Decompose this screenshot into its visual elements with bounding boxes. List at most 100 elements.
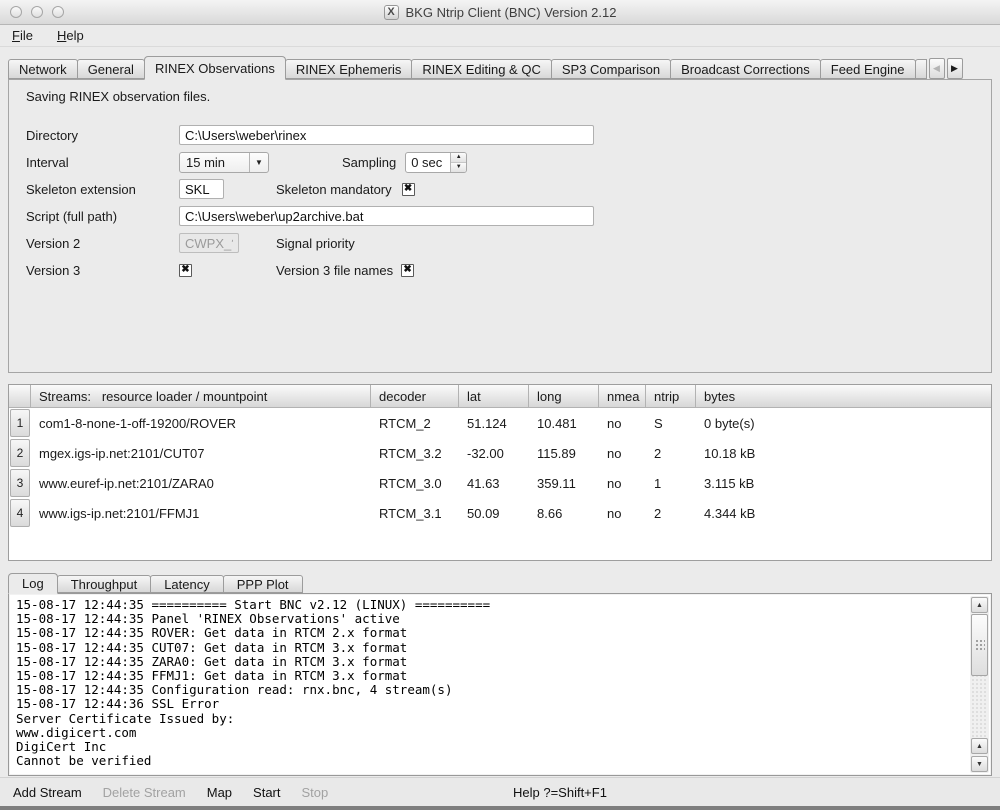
cell-bytes: 4.344 kB [696, 506, 991, 521]
log-line: 15-08-17 12:44:35 ========== Start BNC v… [16, 598, 965, 612]
header-decoder[interactable]: decoder [371, 385, 459, 407]
checkbox-checked-icon: ✖ [404, 184, 412, 194]
sampling-label: Sampling [342, 155, 396, 170]
tab-rinex-observations[interactable]: RINEX Observations [144, 56, 286, 80]
cell-lat: 51.124 [459, 416, 529, 431]
window-controls [10, 6, 64, 18]
menu-file[interactable]: File [12, 28, 33, 43]
cell-nmea: no [599, 416, 646, 431]
cell-long: 115.89 [529, 446, 599, 461]
version3-checkbox[interactable]: ✖ [179, 264, 192, 277]
directory-label: Directory [26, 128, 179, 143]
log-tab-bar: Log Throughput Latency PPP Plot [8, 572, 992, 593]
skeleton-mandatory-checkbox[interactable]: ✖ [402, 183, 415, 196]
maximize-window-button[interactable] [52, 6, 64, 18]
cell-nmea: no [599, 506, 646, 521]
header-lat[interactable]: lat [459, 385, 529, 407]
log-line: 15-08-17 12:44:35 Panel 'RINEX Observati… [16, 612, 965, 626]
tab-sp3-comparison[interactable]: SP3 Comparison [551, 59, 671, 79]
scrollbar-track[interactable] [971, 614, 988, 737]
sampling-spinner[interactable]: 0 sec ▲ ▼ [405, 152, 467, 173]
cell-bytes: 0 byte(s) [696, 416, 991, 431]
cell-mountpoint: www.euref-ip.net:2101/ZARA0 [31, 476, 371, 491]
scroll-down-button[interactable]: ▼ [971, 756, 988, 772]
version3-filenames-checkbox[interactable]: ✖ [401, 264, 414, 277]
cell-ntrip: 2 [646, 446, 696, 461]
minimize-window-button[interactable] [31, 6, 43, 18]
cell-mountpoint: mgex.igs-ip.net:2101/CUT07 [31, 446, 371, 461]
tab-scroll-left-button[interactable]: ◀ [929, 58, 945, 79]
log-line: 15-08-17 12:44:35 ZARA0: Get data in RTC… [16, 655, 965, 669]
panel-description: Saving RINEX observation files. [26, 89, 991, 104]
header-ntrip[interactable]: ntrip [646, 385, 696, 407]
cell-ntrip: 2 [646, 506, 696, 521]
tab-clipped[interactable] [915, 59, 927, 79]
cell-bytes: 10.18 kB [696, 446, 991, 461]
table-row[interactable]: 3 www.euref-ip.net:2101/ZARA0 RTCM_3.0 4… [9, 468, 991, 498]
streams-table-header: Streams: resource loader / mountpoint de… [9, 385, 991, 408]
header-long[interactable]: long [529, 385, 599, 407]
spin-up-icon[interactable]: ▲ [451, 153, 466, 163]
tab-feed-engine[interactable]: Feed Engine [820, 59, 916, 79]
log-line: 15-08-17 12:44:35 ROVER: Get data in RTC… [16, 626, 965, 640]
tab-network[interactable]: Network [8, 59, 78, 79]
table-row[interactable]: 2 mgex.igs-ip.net:2101/CUT07 RTCM_3.2 -3… [9, 438, 991, 468]
start-button[interactable]: Start [253, 785, 280, 800]
log-line: DigiCert Inc [16, 740, 965, 754]
table-row[interactable]: 4 www.igs-ip.net:2101/FFMJ1 RTCM_3.1 50.… [9, 498, 991, 528]
tab-scroll-right-button[interactable]: ▶ [947, 58, 963, 79]
checkbox-checked-icon: ✖ [403, 265, 411, 275]
tab-log[interactable]: Log [8, 573, 58, 594]
interval-dropdown[interactable]: 15 min ▼ [179, 152, 269, 173]
help-shortcut-label[interactable]: Help ?=Shift+F1 [513, 785, 607, 800]
menu-bar: File Help [0, 25, 1000, 47]
header-corner-cell [9, 385, 31, 407]
skeleton-extension-input[interactable] [179, 179, 224, 199]
log-line: 15-08-17 12:44:35 CUT07: Get data in RTC… [16, 641, 965, 655]
scroll-up-button-bottom[interactable]: ▲ [971, 738, 988, 754]
tab-throughput[interactable]: Throughput [57, 575, 152, 593]
tab-rinex-ephemeris[interactable]: RINEX Ephemeris [285, 59, 412, 79]
script-input[interactable] [179, 206, 594, 226]
cell-decoder: RTCM_2 [371, 416, 459, 431]
row-number[interactable]: 2 [10, 439, 30, 467]
log-output[interactable]: 15-08-17 12:44:35 ========== Start BNC v… [8, 593, 992, 776]
map-button[interactable]: Map [207, 785, 232, 800]
tab-general[interactable]: General [77, 59, 145, 79]
chevron-down-icon: ▼ [249, 153, 268, 172]
close-window-button[interactable] [10, 6, 22, 18]
cell-decoder: RTCM_3.1 [371, 506, 459, 521]
tab-broadcast-corrections[interactable]: Broadcast Corrections [670, 59, 821, 79]
header-bytes[interactable]: bytes [696, 385, 991, 407]
directory-input[interactable] [179, 125, 594, 145]
log-line: 15-08-17 12:44:35 Configuration read: rn… [16, 683, 965, 697]
row-number[interactable]: 4 [10, 499, 30, 527]
app-icon: X [384, 5, 399, 20]
tab-ppp-plot[interactable]: PPP Plot [223, 575, 303, 593]
header-nmea[interactable]: nmea [599, 385, 646, 407]
signal-priority-label: Signal priority [276, 236, 355, 251]
chevron-left-icon: ◀ [933, 63, 940, 74]
add-stream-button[interactable]: Add Stream [13, 785, 82, 800]
cell-decoder: RTCM_3.0 [371, 476, 459, 491]
tab-latency[interactable]: Latency [150, 575, 224, 593]
row-number[interactable]: 3 [10, 469, 30, 497]
version2-label: Version 2 [26, 236, 179, 251]
tab-rinex-editing-qc[interactable]: RINEX Editing & QC [411, 59, 552, 79]
grip-icon [975, 639, 985, 651]
log-scrollbar[interactable]: ▲ ▲ ▼ [970, 596, 989, 773]
window-title: BKG Ntrip Client (BNC) Version 2.12 [406, 5, 617, 20]
cell-lat: -32.00 [459, 446, 529, 461]
chevron-right-icon: ▶ [951, 63, 958, 74]
menu-help[interactable]: Help [57, 28, 84, 43]
spin-down-icon[interactable]: ▼ [451, 163, 466, 172]
sampling-value: 0 sec [406, 155, 450, 170]
row-number[interactable]: 1 [10, 409, 30, 437]
cell-long: 10.481 [529, 416, 599, 431]
scroll-up-button[interactable]: ▲ [971, 597, 988, 613]
scrollbar-thumb[interactable] [971, 614, 988, 676]
interval-value: 15 min [180, 155, 249, 170]
table-row[interactable]: 1 com1-8-none-1-off-19200/ROVER RTCM_2 5… [9, 408, 991, 438]
bottom-action-bar: Add Stream Delete Stream Map Start Stop … [0, 777, 1000, 810]
header-mountpoint[interactable]: Streams: resource loader / mountpoint [31, 385, 371, 407]
